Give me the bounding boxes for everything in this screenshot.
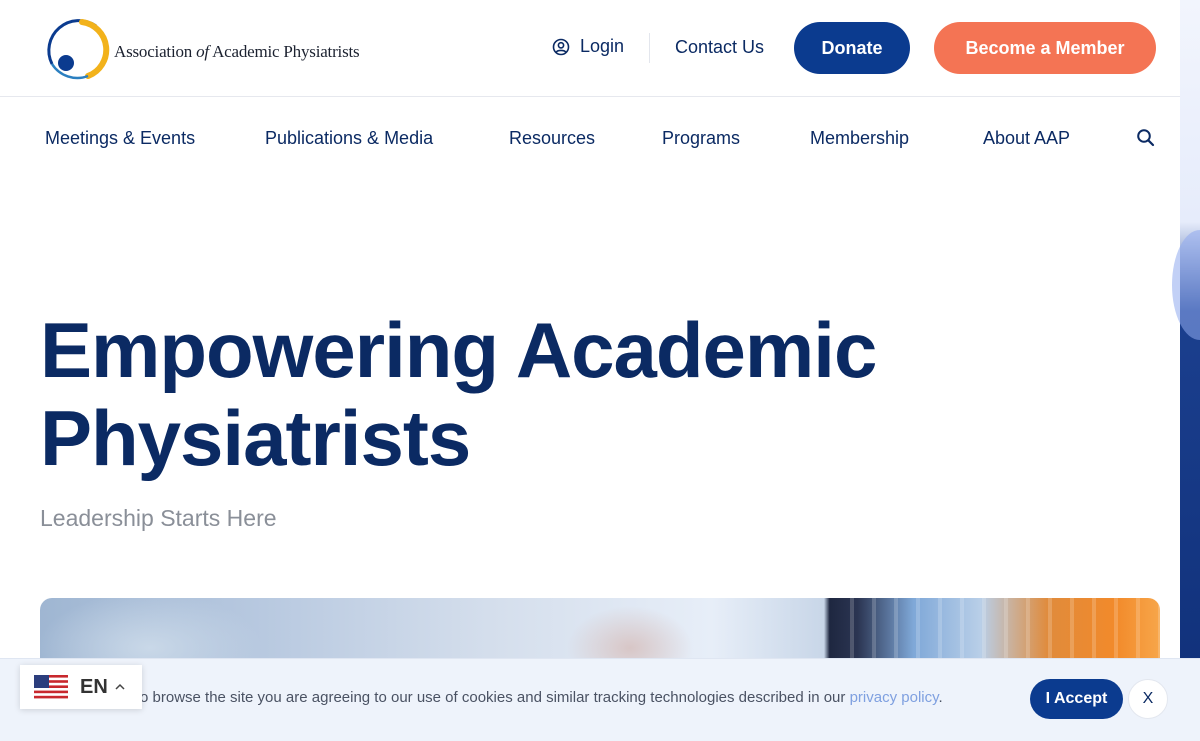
search-icon bbox=[1137, 129, 1155, 147]
cookie-banner: o browse the site you are agreeing to ou… bbox=[0, 658, 1200, 741]
privacy-policy-link[interactable]: privacy policy bbox=[850, 689, 939, 706]
nav-item-programs[interactable]: Programs bbox=[662, 128, 740, 149]
hero-title-line-1: Empowering Academic bbox=[40, 306, 877, 394]
nav-item-resources[interactable]: Resources bbox=[509, 128, 595, 149]
user-circle-icon bbox=[552, 38, 570, 55]
chevron-up-icon bbox=[115, 683, 125, 690]
language-code: EN bbox=[80, 675, 108, 698]
hero-title-line-2: Physiatrists bbox=[40, 394, 471, 482]
hero-subtitle: Leadership Starts Here bbox=[40, 505, 277, 531]
become-member-button[interactable]: Become a Member bbox=[934, 22, 1156, 74]
cookie-message: o browse the site you are agreeing to ou… bbox=[140, 689, 943, 706]
login-label: Login bbox=[580, 36, 625, 56]
us-flag-icon bbox=[34, 675, 68, 699]
accept-cookies-button[interactable]: I Accept bbox=[1030, 679, 1123, 719]
logo-text: Association of Academic Physiatrists bbox=[114, 42, 360, 61]
site-logo[interactable]: Association of Academic Physiatrists bbox=[42, 14, 360, 82]
nav-item-about-aap[interactable]: About AAP bbox=[983, 128, 1070, 149]
contact-us-link[interactable]: Contact Us bbox=[675, 37, 764, 58]
decorative-bubble bbox=[1172, 230, 1200, 340]
top-header: Association of Academic Physiatrists Log… bbox=[0, 0, 1180, 97]
nav-item-meetings-events[interactable]: Meetings & Events bbox=[45, 128, 195, 149]
logo-mark-icon bbox=[47, 19, 110, 80]
main-navigation: Meetings & Events Publications & Media R… bbox=[0, 97, 1180, 183]
nav-item-publications-media[interactable]: Publications & Media bbox=[265, 128, 433, 149]
language-switcher[interactable]: EN bbox=[20, 665, 142, 709]
hero-title: Empowering Academic Physiatrists bbox=[40, 306, 1040, 482]
header-divider bbox=[649, 33, 650, 63]
close-cookie-button[interactable]: X bbox=[1128, 679, 1168, 719]
search-button[interactable] bbox=[1136, 128, 1156, 153]
donate-button[interactable]: Donate bbox=[794, 22, 910, 74]
side-decoration bbox=[1172, 0, 1200, 740]
login-link[interactable]: Login bbox=[552, 36, 624, 57]
nav-item-membership[interactable]: Membership bbox=[810, 128, 909, 149]
